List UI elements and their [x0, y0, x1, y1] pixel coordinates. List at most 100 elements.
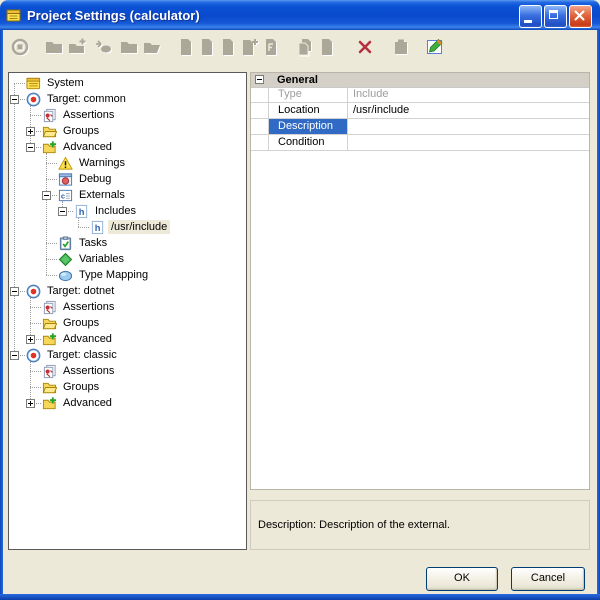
- maximize-button[interactable]: [544, 5, 567, 28]
- tree-item-externals[interactable]: Externals: [76, 188, 128, 202]
- tree-connector-stub: [30, 307, 41, 308]
- titlebar[interactable]: Project Settings (calculator): [0, 0, 600, 30]
- system-icon: [26, 76, 41, 91]
- delete-icon[interactable]: [355, 37, 375, 57]
- tree-expander-includes[interactable]: [58, 207, 67, 216]
- property-row-description[interactable]: Description: [251, 119, 589, 135]
- page-3-icon[interactable]: [218, 37, 238, 57]
- tree-connector-line: [30, 105, 31, 147]
- tree-expander-target-common[interactable]: [10, 95, 19, 104]
- property-row-location[interactable]: Location/usr/include: [251, 103, 589, 119]
- property-name-type[interactable]: Type: [268, 87, 347, 102]
- tree-item-advanced[interactable]: Advanced: [60, 140, 115, 154]
- page-4-icon[interactable]: [317, 37, 337, 57]
- tree-item-type-mapping[interactable]: Type Mapping: [76, 268, 151, 282]
- tree-connector-stub: [78, 227, 89, 228]
- page-1-icon[interactable]: [176, 37, 196, 57]
- tree-item-target-common[interactable]: Target: common: [44, 92, 129, 106]
- project-settings-dialog: Project Settings (calculator) System Targ…: [0, 0, 600, 600]
- general-collapse-icon[interactable]: [255, 75, 264, 84]
- tree-connector-line: [14, 83, 15, 355]
- property-row-type[interactable]: TypeInclude: [251, 87, 589, 103]
- folder-add-icon[interactable]: [67, 37, 87, 57]
- link-small-icon[interactable]: [93, 37, 113, 57]
- tree-item-warnings[interactable]: Warnings: [76, 156, 128, 170]
- svg-text:h: h: [79, 207, 85, 217]
- target-icon: [26, 348, 41, 363]
- maximize-icon: [549, 10, 558, 19]
- close-button[interactable]: [569, 5, 592, 28]
- tree-item-variables[interactable]: Variables: [76, 252, 127, 266]
- record-icon[interactable]: [10, 37, 30, 57]
- tree-connector-stub: [46, 259, 57, 260]
- page-f-icon[interactable]: [261, 37, 281, 57]
- tree-item-assertions[interactable]: Assertions: [60, 364, 117, 378]
- svg-text:h: h: [95, 223, 101, 233]
- folder-2-icon[interactable]: [119, 37, 139, 57]
- property-row-condition[interactable]: Condition: [251, 135, 589, 151]
- property-name-location[interactable]: Location: [268, 103, 347, 118]
- tree-item-assertions[interactable]: Assertions: [60, 108, 117, 122]
- tree-item-includes[interactable]: Includes: [92, 204, 139, 218]
- tree-item-tasks[interactable]: Tasks: [76, 236, 110, 250]
- tree-item-advanced[interactable]: Advanced: [60, 396, 115, 410]
- window-title: Project Settings (calculator): [27, 8, 200, 23]
- tree-expander-advanced[interactable]: [26, 399, 35, 408]
- advanced-icon: [42, 332, 57, 347]
- tree-item-target-classic[interactable]: Target: classic: [44, 348, 120, 362]
- window-border-left: [0, 30, 3, 600]
- minimize-button[interactable]: [519, 5, 542, 28]
- groups-icon: [42, 380, 57, 395]
- property-grid[interactable]: General TypeIncludeLocation/usr/includeD…: [250, 72, 590, 490]
- target-icon: [26, 284, 41, 299]
- copy-icon[interactable]: [295, 37, 315, 57]
- tree-item-groups[interactable]: Groups: [60, 124, 102, 138]
- tree-item-advanced[interactable]: Advanced: [60, 332, 115, 346]
- property-name-description[interactable]: Description: [268, 119, 347, 134]
- tree-connector-stub: [30, 387, 41, 388]
- page-2-icon[interactable]: [197, 37, 217, 57]
- tree-connector-stub: [30, 371, 41, 372]
- debug-icon: [58, 172, 73, 187]
- window-border-bottom: [0, 594, 600, 600]
- tree-item-debug[interactable]: Debug: [76, 172, 114, 186]
- tree-item-groups[interactable]: Groups: [60, 380, 102, 394]
- externals-icon: c: [58, 188, 73, 203]
- property-value-type[interactable]: Include: [347, 87, 589, 102]
- property-value-description[interactable]: [347, 119, 589, 134]
- assertions-icon: [42, 108, 57, 123]
- warning-icon: [58, 156, 73, 171]
- cancel-button[interactable]: Cancel: [511, 567, 585, 591]
- tree-expander-advanced[interactable]: [26, 143, 35, 152]
- folder-new-icon[interactable]: [44, 37, 64, 57]
- edit-icon[interactable]: [425, 37, 445, 57]
- tree-expander-target-dotnet[interactable]: [10, 287, 19, 296]
- tree-panel[interactable]: System Target: common Assertions Groups Adva…: [8, 72, 247, 550]
- property-name-condition[interactable]: Condition: [268, 135, 347, 150]
- tree-connector-line: [46, 153, 47, 275]
- tasks-icon: [58, 236, 73, 251]
- property-group-title: General: [277, 73, 318, 87]
- tree-item-system[interactable]: System: [44, 76, 87, 90]
- description-text: Description: Description of the external…: [258, 519, 450, 531]
- property-value-condition[interactable]: [347, 135, 589, 150]
- tree-expander-advanced[interactable]: [26, 335, 35, 344]
- tree-expander-externals[interactable]: [42, 191, 51, 200]
- tree-item-target-dotnet[interactable]: Target: dotnet: [44, 284, 117, 298]
- tree-connector-stub: [46, 243, 57, 244]
- property-value-location[interactable]: /usr/include: [347, 103, 589, 118]
- variables-icon: [58, 252, 73, 267]
- tree-item-usr-include[interactable]: /usr/include: [108, 220, 170, 234]
- target-icon: [26, 92, 41, 107]
- tree-item-groups[interactable]: Groups: [60, 316, 102, 330]
- page-add-icon[interactable]: [239, 37, 259, 57]
- tree-expander-groups[interactable]: [26, 127, 35, 136]
- clipboard-icon[interactable]: [391, 37, 411, 57]
- property-grid-header: General: [251, 73, 589, 88]
- ok-button[interactable]: OK: [426, 567, 498, 591]
- groups-icon: [42, 124, 57, 139]
- tree-item-assertions[interactable]: Assertions: [60, 300, 117, 314]
- folder-open-icon[interactable]: [142, 37, 162, 57]
- assertions-icon: [42, 364, 57, 379]
- tree-expander-target-classic[interactable]: [10, 351, 19, 360]
